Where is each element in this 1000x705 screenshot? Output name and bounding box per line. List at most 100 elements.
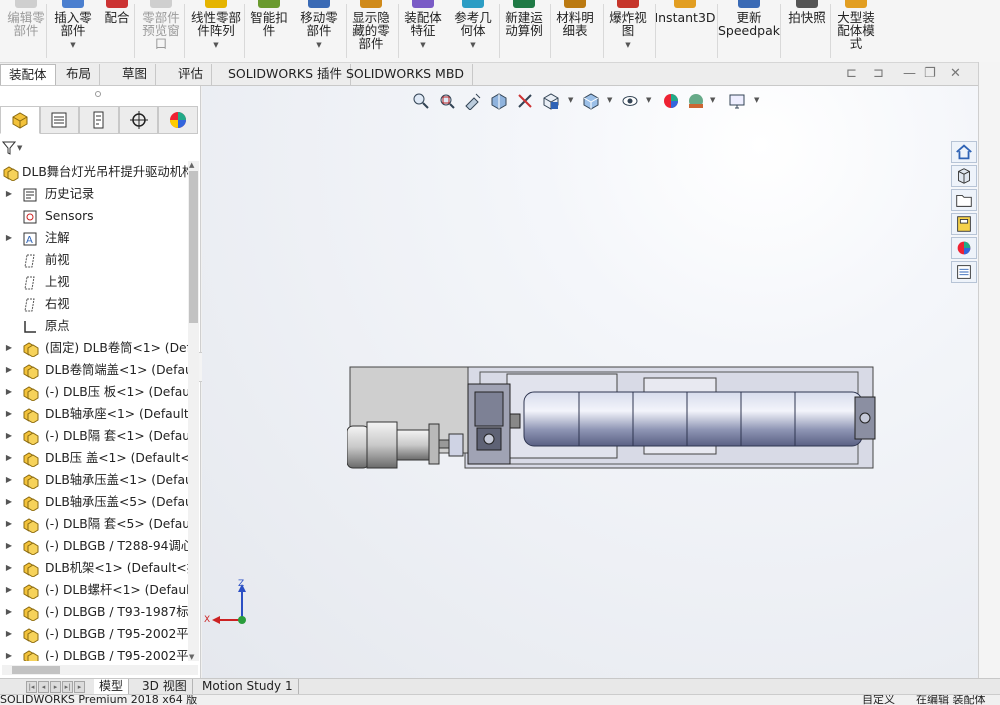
expand-arrow-icon[interactable]: ▶ xyxy=(4,491,14,513)
command-tab-2[interactable]: 草图 xyxy=(114,64,157,85)
hide-show-items-icon[interactable] xyxy=(621,92,639,110)
next-tab-icon[interactable]: ▸ xyxy=(50,681,61,693)
featuremanager-tab[interactable] xyxy=(0,106,40,134)
tree-item[interactable]: ▶ (-) DLB压 板<1> (Default<< xyxy=(0,381,188,403)
tab-motion-study[interactable]: Motion Study 1 xyxy=(197,679,299,695)
tree-vertical-scrollbar[interactable]: ▲ ▼ xyxy=(188,161,199,661)
view-settings-icon[interactable] xyxy=(728,92,746,110)
ribbon-button-9[interactable]: 参考几 何体 ▼ xyxy=(451,0,495,62)
dropdown-arrow-icon[interactable]: ▼ xyxy=(625,39,630,52)
configurationmanager-tab[interactable] xyxy=(79,106,119,134)
view-palette-icon[interactable] xyxy=(951,213,977,235)
ribbon-button-0[interactable]: 编辑零 部件 xyxy=(4,0,48,62)
restore-icon[interactable]: ❐ xyxy=(924,66,936,81)
scroll-up-icon[interactable]: ▲ xyxy=(189,161,194,169)
apply-scene-icon[interactable] xyxy=(687,92,705,110)
displaymanager-tab[interactable] xyxy=(158,106,198,134)
propertymanager-tab[interactable] xyxy=(39,106,80,134)
section-view-icon[interactable] xyxy=(490,92,508,110)
ribbon-button-11[interactable]: 材料明 细表 xyxy=(553,0,597,62)
tree-root[interactable]: DLB舞台灯光吊杆提升驱动机构 xyxy=(0,161,188,183)
home-icon[interactable] xyxy=(951,141,977,163)
ribbon-button-4[interactable]: 线性零部 件阵列 ▼ xyxy=(187,0,245,62)
tree-item[interactable]: ▶ 历史记录 xyxy=(0,183,188,205)
dynamic-annotation-icon[interactable] xyxy=(516,92,534,110)
command-tab-4[interactable]: SOLIDWORKS 插件 xyxy=(220,64,352,85)
command-tab-5[interactable]: SOLIDWORKS MBD xyxy=(338,64,474,85)
ribbon-button-13[interactable]: Instant3D xyxy=(654,0,716,62)
expand-arrow-icon[interactable]: ▶ xyxy=(4,403,14,425)
expand-arrow-icon[interactable]: ▶ xyxy=(4,183,14,205)
ribbon-button-7[interactable]: 显示隐 藏的零 部件 xyxy=(349,0,393,62)
tree-item[interactable]: ▶ (-) DLBGB / T95-2002平垫 xyxy=(0,623,188,645)
tree-item[interactable]: ▶ (-) DLBGB / T95-2002平垫 xyxy=(0,645,188,661)
ribbon-button-6[interactable]: 移动零 部件 ▼ xyxy=(296,0,342,62)
design-library-icon[interactable] xyxy=(951,165,977,187)
expand-arrow-icon[interactable]: ▶ xyxy=(4,337,14,359)
tab-extra-icon[interactable]: ▸ xyxy=(74,681,85,693)
tab-model[interactable]: 模型 xyxy=(94,679,130,695)
scroll-down-icon[interactable]: ▼ xyxy=(189,653,194,661)
ribbon-button-3[interactable]: 零部件 预览窗 口 xyxy=(137,0,185,62)
previous-view-icon[interactable] xyxy=(464,92,482,110)
command-tab-1[interactable]: 布局 xyxy=(58,64,101,85)
dropdown-arrow-icon[interactable]: ▼ xyxy=(70,39,75,52)
tree-item[interactable]: 右视 xyxy=(0,293,188,315)
edit-appearance-icon[interactable] xyxy=(662,92,680,110)
ribbon-button-1[interactable]: 插入零 部件 ▼ xyxy=(50,0,96,62)
apply-scene-dropdown-icon[interactable]: ▼ xyxy=(710,96,715,104)
first-tab-icon[interactable]: |◂ xyxy=(26,681,37,693)
ribbon-button-14[interactable]: 更新 Speedpak xyxy=(718,0,780,62)
ribbon-button-5[interactable]: 智能扣 件 xyxy=(247,0,291,62)
tree-item[interactable]: Sensors xyxy=(0,205,188,227)
ribbon-button-12[interactable]: 爆炸视 图 ▼ xyxy=(606,0,650,62)
expand-arrow-icon[interactable]: ▶ xyxy=(4,601,14,623)
command-tab-3[interactable]: 评估 xyxy=(170,64,213,85)
display-style-dropdown-icon[interactable]: ▼ xyxy=(607,96,612,104)
command-tab-0[interactable]: 装配体 xyxy=(0,64,56,85)
assembly-model[interactable] xyxy=(347,364,877,474)
file-explorer-icon[interactable] xyxy=(951,189,977,211)
tree-item[interactable]: ▶ (-) DLBGB / T288-94调心滚 xyxy=(0,535,188,557)
tile-right-icon[interactable]: ⊐ xyxy=(873,66,884,81)
expand-arrow-icon[interactable]: ▶ xyxy=(4,359,14,381)
expand-arrow-icon[interactable]: ▶ xyxy=(4,623,14,645)
view-settings-dropdown-icon[interactable]: ▼ xyxy=(754,96,759,104)
tile-left-icon[interactable]: ⊏ xyxy=(846,66,857,81)
view-orientation-icon[interactable] xyxy=(542,92,560,110)
tree-item[interactable]: 上视 xyxy=(0,271,188,293)
view-orientation-dropdown-icon[interactable]: ▼ xyxy=(568,96,573,104)
hide-show-dropdown-icon[interactable]: ▼ xyxy=(646,96,651,104)
ribbon-button-16[interactable]: 大型装 配体模 式 xyxy=(834,0,878,62)
expand-arrow-icon[interactable]: ▶ xyxy=(4,425,14,447)
display-style-icon[interactable] xyxy=(582,92,600,110)
minimize-icon[interactable]: — xyxy=(903,66,916,81)
dropdown-arrow-icon[interactable]: ▼ xyxy=(316,39,321,52)
expand-arrow-icon[interactable]: ▶ xyxy=(4,579,14,601)
ribbon-button-8[interactable]: 装配体 特征 ▼ xyxy=(401,0,445,62)
tree-item[interactable]: ▶ A 注解 xyxy=(0,227,188,249)
ribbon-button-15[interactable]: 拍快照 xyxy=(785,0,829,62)
tree-item[interactable]: ▶ DLB轴承座<1> (Default<<De xyxy=(0,403,188,425)
ribbon-button-2[interactable]: 配合 xyxy=(99,0,135,62)
filter-icon[interactable]: ▼ xyxy=(2,138,26,158)
expand-arrow-icon[interactable]: ▶ xyxy=(4,381,14,403)
tree-item[interactable]: ▶ (-) DLB螺杆<1> (Default<< xyxy=(0,579,188,601)
expand-arrow-icon[interactable]: ▶ xyxy=(4,513,14,535)
graphics-area[interactable]: ▼ ▼ ▼ ▼ ▼ Z X xyxy=(202,86,978,678)
tree-item[interactable]: ▶ DLB轴承压盖<5> (Default<< xyxy=(0,491,188,513)
close-icon[interactable]: ✕ xyxy=(950,66,961,81)
tree-item[interactable]: ▶ (-) DLBGB / T93-1987标准 xyxy=(0,601,188,623)
ribbon-button-10[interactable]: 新建运 动算例 xyxy=(501,0,547,62)
tree-item[interactable]: 原点 xyxy=(0,315,188,337)
dropdown-arrow-icon[interactable]: ▼ xyxy=(470,39,475,52)
tree-horizontal-scrollbar[interactable] xyxy=(2,665,198,675)
tree-item[interactable]: ▶ DLB机架<1> (Default<按加 xyxy=(0,557,188,579)
expand-arrow-icon[interactable]: ▶ xyxy=(4,447,14,469)
zoom-to-fit-icon[interactable] xyxy=(412,92,430,110)
tree-item[interactable]: ▶ DLB卷筒端盖<1> (Default<< xyxy=(0,359,188,381)
expand-arrow-icon[interactable]: ▶ xyxy=(4,535,14,557)
expand-arrow-icon[interactable]: ▶ xyxy=(4,645,14,661)
pane-grip-icon[interactable] xyxy=(95,91,101,97)
last-tab-icon[interactable]: ▸| xyxy=(62,681,73,693)
